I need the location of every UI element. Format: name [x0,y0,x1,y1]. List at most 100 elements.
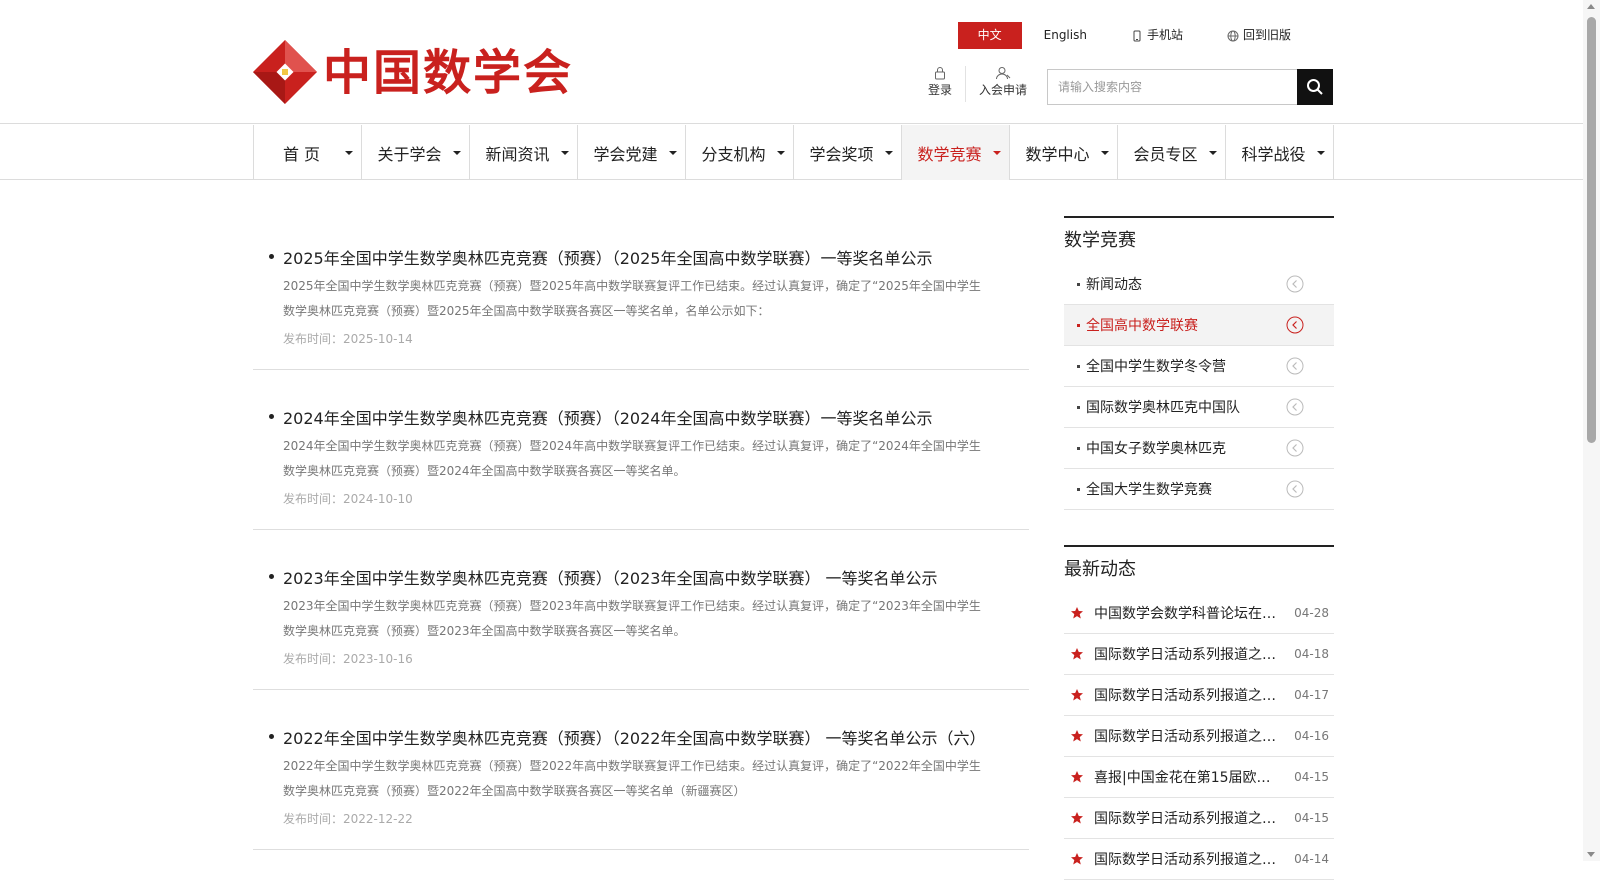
search-input[interactable] [1047,69,1297,105]
news-item[interactable]: 国际数学日活动系列报道之… 04-14 [1064,839,1334,880]
nav-bar: 首 页 关于学会 新闻资讯 学会党建 分支机构 学会奖项 数学竞赛 数学中心 会… [253,125,1334,180]
square-bullet-icon [1077,406,1080,409]
mobile-site-link[interactable]: 手机站 [1109,22,1205,49]
lang-chinese-button[interactable]: 中文 [957,22,1022,49]
chevron-left-circle-icon [1286,357,1304,375]
nav-item-news[interactable]: 新闻资讯 [470,125,578,180]
site-logo[interactable]: 中国数学会 [253,40,571,106]
list-item: 2023年全国中学生数学奥林匹克竞赛（预赛）（2023年全国高中数学联赛） 一等… [253,530,1029,690]
sidebar-item-college-competition[interactable]: 全国大学生数学竞赛 [1064,469,1334,510]
star-icon [1071,812,1083,824]
logo-text: 中国数学会 [323,45,574,101]
sidebar-item-girls-olympiad[interactable]: 中国女子数学奥林匹克 [1064,428,1334,469]
category-title: 数学竞赛 [1064,230,1136,251]
news-item[interactable]: 国际数学日活动系列报道之… 04-16 [1064,716,1334,757]
news-text: 国际数学日活动系列报道之… [1094,852,1276,868]
caret-down-icon [885,151,893,155]
scroll-thumb[interactable] [1587,17,1596,443]
chevron-left-circle-icon [1286,316,1304,334]
star-icon [1071,607,1083,619]
list-item: 2025年全国中学生数学奥林匹克竞赛（预赛）（2025年全国高中数学联赛）一等奖… [253,210,1029,370]
article-date: 发布时间：2023-10-16 [283,652,413,666]
sidebar-item-winter-camp[interactable]: 全国中学生数学冬令营 [1064,346,1334,387]
nav-label: 首 页 [282,144,321,164]
list-item: 2024年全国中学生数学奥林匹克竞赛（预赛）（2024年全国高中数学联赛）一等奖… [253,370,1029,530]
caret-down-icon [993,151,1001,155]
caret-down-icon [561,151,569,155]
nav-item-home[interactable]: 首 页 [254,125,362,180]
search-button[interactable] [1297,69,1333,105]
news-item[interactable]: 国际数学日活动系列报道之… 04-18 [1064,634,1334,675]
sidebar-item-label: 国际数学奥林匹克中国队 [1086,400,1240,416]
nav-item-branches[interactable]: 分支机构 [686,125,794,180]
page-scrollbar[interactable] [1583,0,1600,861]
star-icon [1071,648,1083,660]
main-nav: 首 页 关于学会 新闻资讯 学会党建 分支机构 学会奖项 数学竞赛 数学中心 会… [0,125,1583,180]
caret-down-icon [453,151,461,155]
sidebar-item-high-school-league[interactable]: 全国高中数学联赛 [1064,305,1334,346]
scroll-up-arrow-icon[interactable] [1587,4,1595,9]
sidebar-item-imo-team[interactable]: 国际数学奥林匹克中国队 [1064,387,1334,428]
sidebar-item-label: 中国女子数学奥林匹克 [1086,441,1226,457]
article-summary: 2025年全国中学生数学奥林匹克竞赛（预赛）暨2025年高中数学联赛复评工作已结… [283,279,981,318]
square-bullet-icon [1077,447,1080,450]
join-label: 入会申请 [979,83,1028,97]
caret-down-icon [777,151,785,155]
article-title-link[interactable]: 2024年全国中学生数学奥林匹克竞赛（预赛）（2024年全国高中数学联赛）一等奖… [269,405,933,429]
join-button[interactable]: 入会申请 [965,66,1040,102]
nav-item-science-battle[interactable]: 科学战役 [1226,125,1334,180]
sidebar-item-label: 全国中学生数学冬令营 [1086,359,1226,375]
news-item[interactable]: 国际数学日活动系列报道之… 04-17 [1064,675,1334,716]
news-date: 04-28 [1294,606,1329,620]
nav-item-members[interactable]: 会员专区 [1118,125,1226,180]
news-date: 04-18 [1294,647,1329,661]
nav-item-awards[interactable]: 学会奖项 [794,125,902,180]
nav-item-about[interactable]: 关于学会 [362,125,470,180]
caret-down-icon [1101,151,1109,155]
bullet-icon [269,254,274,259]
nav-label: 科学战役 [1241,144,1306,164]
nav-item-party[interactable]: 学会党建 [578,125,686,180]
news-text: 国际数学日活动系列报道之… [1094,811,1276,827]
sidebar-item-news[interactable]: 新闻动态 [1064,264,1334,305]
old-version-link[interactable]: 回到旧版 [1205,22,1313,49]
caret-down-icon [345,151,353,155]
latest-news-block: 最新动态 中国数学会数学科普论坛在… 04-28 国际数学日活动系列报道之… 04-… [1064,545,1334,880]
news-date: 04-15 [1294,811,1329,825]
article-title-link[interactable]: 2023年全国中学生数学奥林匹克竞赛（预赛）（2023年全国高中数学联赛） 一等… [269,565,938,589]
nav-item-competitions[interactable]: 数学竞赛 [902,125,1010,180]
news-date: 04-17 [1294,688,1329,702]
nav-label: 数学中心 [1025,144,1090,164]
square-bullet-icon [1077,488,1080,491]
mobile-site-label: 手机站 [1146,28,1183,42]
chevron-left-circle-icon [1286,275,1304,293]
news-item[interactable]: 喜报|中国金花在第15届欧洲… 04-15 [1064,757,1334,798]
chevron-left-circle-icon [1286,480,1304,498]
category-block: 数学竞赛 新闻动态 全国高中数学联赛 全国中学生数学冬令营 国际数学奥林匹克中国… [1064,216,1334,510]
login-label: 登录 [928,83,953,97]
user-actions: 登录 入会申请 [915,66,1040,102]
news-item[interactable]: 国际数学日活动系列报道之… 04-15 [1064,798,1334,839]
article-title-link[interactable]: 2025年全国中学生数学奥林匹克竞赛（预赛）（2025年全国高中数学联赛）一等奖… [269,245,932,269]
article-title-text: 2024年全国中学生数学奥林匹克竞赛（预赛）（2024年全国高中数学联赛）一等奖… [283,409,933,428]
article-date: 发布时间：2024-10-10 [283,492,413,506]
caret-down-icon [1317,151,1325,155]
news-date: 04-16 [1294,729,1329,743]
article-title-link[interactable]: 2022年全国中学生数学奥林匹克竞赛（预赛）（2022年全国高中数学联赛） 一等… [269,725,986,749]
scroll-down-arrow-icon[interactable] [1587,852,1595,857]
news-text: 中国数学会数学科普论坛在… [1094,606,1276,622]
login-button[interactable]: 登录 [915,66,965,102]
article-title-text: 2022年全国中学生数学奥林匹克竞赛（预赛）（2022年全国高中数学联赛） 一等… [283,729,986,748]
old-version-label: 回到旧版 [1242,28,1291,42]
article-list: 2025年全国中学生数学奥林匹克竞赛（预赛）（2025年全国高中数学联赛）一等奖… [253,210,1029,850]
news-item[interactable]: 中国数学会数学科普论坛在… 04-28 [1064,593,1334,634]
lang-english-button[interactable]: English [1022,22,1109,49]
nav-label: 会员专区 [1133,144,1198,164]
sidebar-item-label: 全国高中数学联赛 [1086,318,1198,334]
lock-icon [935,67,945,80]
nav-label: 分支机构 [701,144,766,164]
nav-item-math-center[interactable]: 数学中心 [1010,125,1118,180]
square-bullet-icon [1077,324,1080,327]
bullet-icon [269,414,274,419]
news-date: 04-15 [1294,770,1329,784]
